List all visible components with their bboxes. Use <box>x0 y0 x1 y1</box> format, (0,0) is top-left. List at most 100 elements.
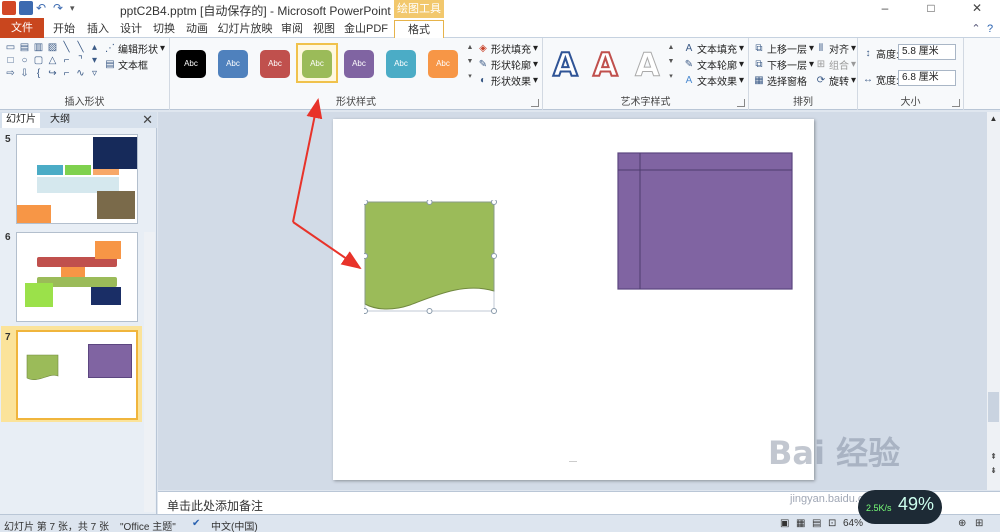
wordart-dialog-launcher[interactable] <box>737 99 745 107</box>
tab-kingsoft-pdf[interactable]: 金山PDF <box>341 20 391 38</box>
resize-handle[interactable] <box>426 308 433 314</box>
tab-slides[interactable]: 幻灯片 <box>2 113 40 128</box>
reading-view-icon[interactable]: ▤ <box>812 518 821 529</box>
edit-shape-button[interactable]: ⋰ 编辑形状 ▾ <box>104 41 165 56</box>
gallery-up-icon[interactable]: ▴ <box>88 42 101 53</box>
help-icon[interactable]: ? <box>984 20 996 38</box>
slide-sorter-icon[interactable]: ▦ <box>796 518 805 529</box>
shape-style-swatch[interactable]: Abc <box>344 50 374 78</box>
slide-thumbnail-7[interactable] <box>16 330 138 420</box>
tab-slideshow[interactable]: 幻灯片放映 <box>215 20 275 38</box>
theme-name[interactable]: "Office 主题" <box>120 518 176 532</box>
height-input[interactable]: 5.8 厘米 <box>898 44 956 60</box>
rotate-button[interactable]: ⟳ 旋转 ▾ <box>815 73 856 88</box>
bent-connector-shape-icon[interactable]: ⌐ <box>60 68 73 79</box>
shape-effects-button[interactable]: ◐ 形状效果 ▾ <box>477 73 538 88</box>
save-icon[interactable] <box>19 1 33 15</box>
tab-review[interactable]: 审阅 <box>277 20 307 38</box>
scroll-up-icon[interactable]: ▲ <box>988 114 999 123</box>
close-icon[interactable]: ✕ <box>142 112 153 128</box>
text-box-button[interactable]: ▤ 文本框 <box>104 57 148 72</box>
gallery-up-icon[interactable]: ▲ <box>667 44 675 51</box>
fit-slide-icon[interactable]: ⊞ <box>975 518 983 529</box>
send-backward-button[interactable]: ⧉ 下移一层 ▾ <box>753 57 814 72</box>
text-fill-button[interactable]: A 文本填充 ▾ <box>683 41 744 56</box>
resize-handle[interactable] <box>491 308 497 314</box>
tab-home[interactable]: 开始 <box>48 20 80 38</box>
tab-design[interactable]: 设计 <box>115 20 147 38</box>
shape-style-swatch[interactable]: Abc <box>176 50 206 78</box>
ribbon-minimize-icon[interactable]: ⌃ <box>970 20 982 38</box>
tab-format[interactable]: 格式 <box>394 20 444 38</box>
maximize-button[interactable]: □ <box>908 0 954 18</box>
zoom-in-icon[interactable]: ⊕ <box>958 518 966 529</box>
triangle-shape-icon[interactable]: △ <box>46 55 59 66</box>
connector-shape-icon[interactable]: ⌝ <box>74 55 87 66</box>
shape-fill-button[interactable]: ◈ 形状填充 ▾ <box>477 41 538 56</box>
slide-thumbnail-5[interactable] <box>16 134 138 224</box>
minimize-button[interactable]: – <box>862 0 908 18</box>
resize-handle[interactable] <box>364 200 368 205</box>
pane-scrollbar[interactable] <box>144 232 155 512</box>
arrow-right-shape-icon[interactable]: ⇨ <box>4 68 17 79</box>
rect-shape-icon[interactable]: □ <box>4 55 17 66</box>
customize-qat-icon[interactable]: ▾ <box>70 1 84 15</box>
normal-view-icon[interactable]: ▣ <box>780 518 789 529</box>
shape-styles-dialog-launcher[interactable] <box>531 99 539 107</box>
undo-icon[interactable]: ↶ <box>36 1 50 15</box>
line-shape-icon[interactable]: ╲ <box>74 42 87 53</box>
tab-insert[interactable]: 插入 <box>82 20 114 38</box>
scroll-thumb[interactable] <box>988 392 999 422</box>
gallery-down-icon[interactable]: ▾ <box>88 55 101 66</box>
tab-view[interactable]: 视图 <box>309 20 339 38</box>
resize-handle[interactable] <box>426 200 433 205</box>
text-outline-button[interactable]: ✎ 文本轮廓 ▾ <box>683 57 744 72</box>
shape-style-swatch[interactable]: Abc <box>428 50 458 78</box>
resize-handle[interactable] <box>491 253 497 259</box>
tab-file[interactable]: 文件 <box>0 18 44 38</box>
corner-shape-icon[interactable]: ⌐ <box>60 55 73 66</box>
green-document-shape[interactable] <box>364 200 498 316</box>
canvas-scrollbar[interactable]: ▲ ⇞ ⇟ <box>987 112 1000 490</box>
width-input[interactable]: 6.8 厘米 <box>898 70 956 86</box>
language[interactable]: 中文(中国) <box>211 518 258 532</box>
tab-animations[interactable]: 动画 <box>181 20 213 38</box>
rectangle-shape-icon[interactable]: ▭ <box>4 42 17 53</box>
bring-forward-button[interactable]: ⧉ 上移一层 ▾ <box>753 41 814 56</box>
size-dialog-launcher[interactable] <box>952 99 960 107</box>
gallery-down-icon[interactable]: ▼ <box>466 58 474 65</box>
wordart-style-gray-outline[interactable]: A <box>635 46 661 85</box>
wordart-style-blue-outline[interactable]: A <box>552 45 579 85</box>
tab-outline[interactable]: 大纲 <box>46 113 74 128</box>
close-button[interactable]: ✕ <box>954 0 1000 18</box>
purple-internal-storage-shape[interactable] <box>617 152 794 291</box>
textbox-shape-icon[interactable]: ▤ <box>18 42 31 53</box>
shape-style-swatch[interactable]: Abc <box>218 50 248 78</box>
shape-style-swatch[interactable]: Abc <box>260 50 290 78</box>
text-effects-button[interactable]: A 文本效果 ▾ <box>683 73 744 88</box>
image-shape-icon[interactable]: ▨ <box>46 42 59 53</box>
gallery-up-icon[interactable]: ▲ <box>466 44 474 51</box>
group-button[interactable]: ⊞ 组合 ▾ <box>815 57 856 72</box>
tab-transitions[interactable]: 切换 <box>148 20 180 38</box>
zoom-level[interactable]: 64% <box>843 518 863 529</box>
resize-handle[interactable] <box>364 308 368 314</box>
spellcheck-icon[interactable]: ✔ <box>192 518 200 529</box>
slide-thumbnail-6[interactable] <box>16 232 138 322</box>
prev-slide-icon[interactable]: ⇞ <box>988 452 999 461</box>
brace-shape-icon[interactable]: { <box>32 68 45 79</box>
gallery-expand-icon[interactable]: ▾ <box>466 72 474 80</box>
gallery-expand-icon[interactable]: ▾ <box>667 72 675 80</box>
shape-gallery[interactable]: ▭ ▤ ▥ ▨ ╲ ╲ ▴ □ ○ ▢ △ ⌐ ⌝ ▾ ⇨ ⇩ { ↪ ⌐ ∿ … <box>4 42 101 79</box>
resize-handle[interactable] <box>491 200 497 205</box>
gallery-more-icon[interactable]: ▿ <box>88 68 101 79</box>
gallery-down-icon[interactable]: ▼ <box>667 58 675 65</box>
shape-style-swatch[interactable]: Abc <box>386 50 416 78</box>
rounded-rect-shape-icon[interactable]: ▢ <box>32 55 45 66</box>
selection-pane-button[interactable]: ▦ 选择窗格 <box>753 73 807 88</box>
wordart-style-red-outline[interactable]: A <box>592 45 619 85</box>
oval-shape-icon[interactable]: ○ <box>18 55 31 66</box>
slideshow-view-icon[interactable]: ⊡ <box>828 518 836 529</box>
shape-style-swatch[interactable]: Abc <box>302 50 332 78</box>
align-button[interactable]: ⫴ 对齐 ▾ <box>815 41 856 56</box>
